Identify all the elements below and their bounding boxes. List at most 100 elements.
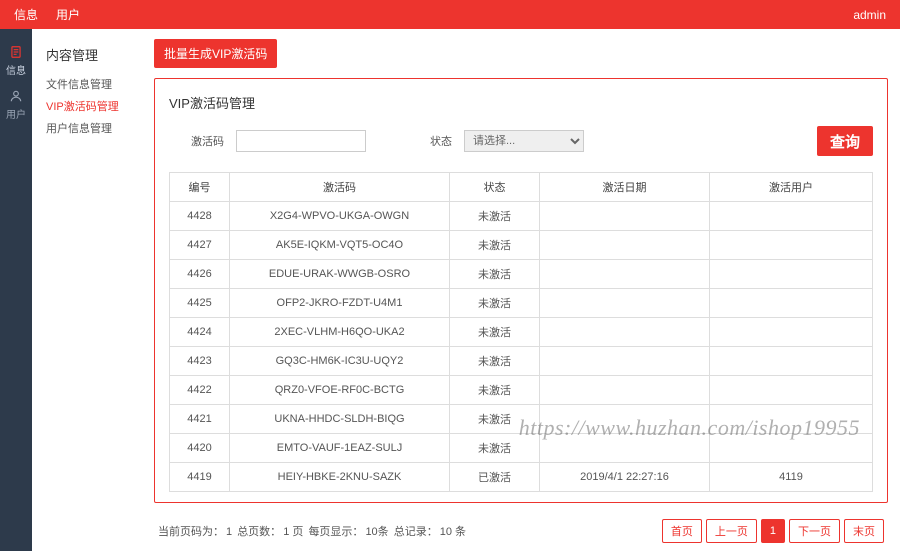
rail-label-info: 信息: [6, 62, 26, 77]
cell-date: [540, 231, 710, 260]
cell-status: 未激活: [450, 202, 540, 231]
pagination: 当前页码为：1 总页数：1 页 每页显示：10条 总记录：10 条 首页 上一页…: [154, 513, 888, 543]
cell-date: [540, 434, 710, 463]
cell-user: [710, 231, 873, 260]
table-row: 4419HEIY-HBKE-2KNU-SAZK已激活2019/4/1 22:27…: [170, 463, 873, 492]
rail-item-user[interactable]: 用户: [0, 83, 32, 127]
sidebar-item-users[interactable]: 用户信息管理: [46, 118, 132, 140]
filter-row: 激活码 状态 请选择... 查询: [169, 126, 873, 156]
topbar-tabs: 信息 用户: [14, 6, 80, 23]
cell-id: 4425: [170, 289, 230, 318]
sidebar-item-files[interactable]: 文件信息管理: [46, 74, 132, 96]
cell-code: EMTO-VAUF-1EAZ-SULJ: [230, 434, 450, 463]
pagination-controls: 首页 上一页 1 下一页 末页: [662, 519, 884, 543]
cell-id: 4420: [170, 434, 230, 463]
cell-date: [540, 347, 710, 376]
th-status: 状态: [450, 173, 540, 202]
filter-status-label: 状态: [430, 133, 452, 149]
cell-date: [540, 202, 710, 231]
table-header-row: 编号 激活码 状态 激活日期 激活用户: [170, 173, 873, 202]
cell-status: 未激活: [450, 376, 540, 405]
filter-code-label: 激活码: [191, 133, 224, 149]
cell-status: 未激活: [450, 434, 540, 463]
cell-date: [540, 289, 710, 318]
cell-status: 未激活: [450, 260, 540, 289]
cell-user: [710, 289, 873, 318]
cell-id: 4427: [170, 231, 230, 260]
cell-code: UKNA-HHDC-SLDH-BIQG: [230, 405, 450, 434]
cell-code: HEIY-HBKE-2KNU-SAZK: [230, 463, 450, 492]
pager-page-1-button[interactable]: 1: [761, 519, 785, 543]
table-row: 4420EMTO-VAUF-1EAZ-SULJ未激活: [170, 434, 873, 463]
cell-user: [710, 347, 873, 376]
pager-next-button[interactable]: 下一页: [789, 519, 840, 543]
sidebar-title: 内容管理: [46, 45, 132, 64]
cell-code: X2G4-WPVO-UKGA-OWGN: [230, 202, 450, 231]
table-row: 44242XEC-VLHM-H6QO-UKA2未激活: [170, 318, 873, 347]
cell-date: [540, 405, 710, 434]
sidebar: 内容管理 文件信息管理 VIP激活码管理 用户信息管理: [32, 29, 142, 551]
cell-code: AK5E-IQKM-VQT5-OC4O: [230, 231, 450, 260]
topbar-tab-user[interactable]: 用户: [56, 6, 80, 23]
cell-status: 未激活: [450, 231, 540, 260]
table-body: 4428X2G4-WPVO-UKGA-OWGN未激活4427AK5E-IQKM-…: [170, 202, 873, 492]
cell-status: 已激活: [450, 463, 540, 492]
cell-code: QRZ0-VFOE-RF0C-BCTG: [230, 376, 450, 405]
table-row: 4427AK5E-IQKM-VQT5-OC4O未激活: [170, 231, 873, 260]
cell-id: 4422: [170, 376, 230, 405]
cell-code: OFP2-JKRO-FZDT-U4M1: [230, 289, 450, 318]
pager-last-button[interactable]: 末页: [844, 519, 884, 543]
cell-code: 2XEC-VLHM-H6QO-UKA2: [230, 318, 450, 347]
rail-label-user: 用户: [6, 106, 26, 121]
pager-first-button[interactable]: 首页: [662, 519, 702, 543]
cell-user: [710, 260, 873, 289]
cell-user: [710, 376, 873, 405]
cell-user: [710, 405, 873, 434]
sidebar-item-vip[interactable]: VIP激活码管理: [46, 96, 132, 118]
icon-rail: 信息 用户: [0, 29, 32, 551]
cell-id: 4426: [170, 260, 230, 289]
cell-id: 4419: [170, 463, 230, 492]
th-date: 激活日期: [540, 173, 710, 202]
table-row: 4422QRZ0-VFOE-RF0C-BCTG未激活: [170, 376, 873, 405]
cell-status: 未激活: [450, 347, 540, 376]
cell-code: GQ3C-HM6K-IC3U-UQY2: [230, 347, 450, 376]
th-code: 激活码: [230, 173, 450, 202]
topbar-username[interactable]: admin: [853, 8, 886, 22]
user-icon: [7, 89, 25, 103]
cell-id: 4423: [170, 347, 230, 376]
table-row: 4426EDUE-URAK-WWGB-OSRO未激活: [170, 260, 873, 289]
filter-code-input[interactable]: [236, 130, 366, 152]
cell-id: 4424: [170, 318, 230, 347]
main-content: 批量生成VIP激活码 VIP激活码管理 激活码 状态 请选择... 查询 编号 …: [142, 29, 900, 551]
generate-vip-button[interactable]: 批量生成VIP激活码: [154, 39, 277, 68]
document-icon: [7, 45, 25, 59]
cell-status: 未激活: [450, 318, 540, 347]
topbar: 信息 用户 admin: [0, 0, 900, 29]
search-button[interactable]: 查询: [817, 126, 873, 156]
cell-status: 未激活: [450, 405, 540, 434]
cell-date: [540, 260, 710, 289]
cell-code: EDUE-URAK-WWGB-OSRO: [230, 260, 450, 289]
cell-user: [710, 318, 873, 347]
table-row: 4425OFP2-JKRO-FZDT-U4M1未激活: [170, 289, 873, 318]
pagination-info: 当前页码为：1 总页数：1 页 每页显示：10条 总记录：10 条: [158, 523, 468, 539]
table-row: 4428X2G4-WPVO-UKGA-OWGN未激活: [170, 202, 873, 231]
panel-title: VIP激活码管理: [169, 93, 873, 112]
cell-id: 4428: [170, 202, 230, 231]
pager-prev-button[interactable]: 上一页: [706, 519, 757, 543]
filter-status-select[interactable]: 请选择...: [464, 130, 584, 152]
cell-user: 4119: [710, 463, 873, 492]
th-user: 激活用户: [710, 173, 873, 202]
table-row: 4423GQ3C-HM6K-IC3U-UQY2未激活: [170, 347, 873, 376]
cell-user: [710, 202, 873, 231]
cell-date: [540, 318, 710, 347]
vip-table: 编号 激活码 状态 激活日期 激活用户 4428X2G4-WPVO-UKGA-O…: [169, 172, 873, 492]
rail-item-info[interactable]: 信息: [0, 39, 32, 83]
cell-status: 未激活: [450, 289, 540, 318]
cell-date: [540, 376, 710, 405]
topbar-tab-info[interactable]: 信息: [14, 6, 38, 23]
table-row: 4421UKNA-HHDC-SLDH-BIQG未激活: [170, 405, 873, 434]
cell-user: [710, 434, 873, 463]
cell-id: 4421: [170, 405, 230, 434]
